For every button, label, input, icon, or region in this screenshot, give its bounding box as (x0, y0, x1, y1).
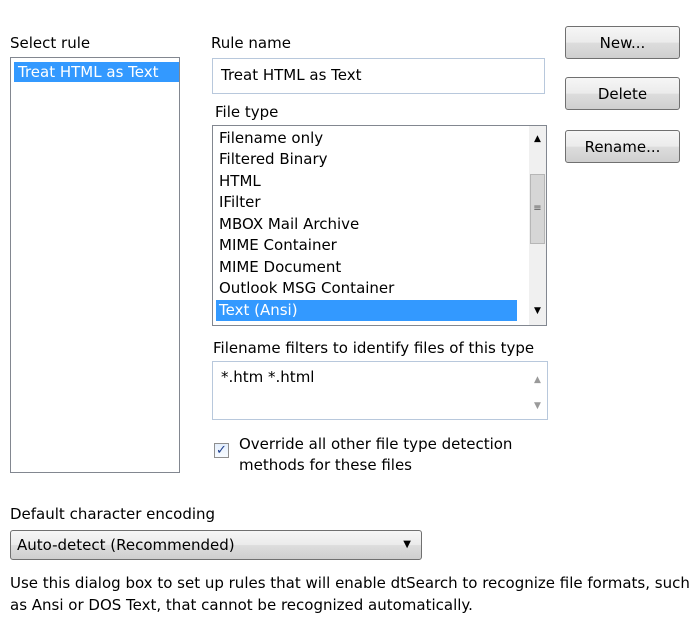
filename-filters-value: *.htm *.html (221, 368, 315, 386)
rule-listbox[interactable]: Treat HTML as Text (10, 57, 180, 473)
grip-icon: ≡ (533, 203, 542, 214)
encoding-selected-value: Auto-detect (Recommended) (17, 536, 235, 554)
file-type-item-mime-container[interactable]: MIME Container (216, 235, 517, 256)
rename-button[interactable]: Rename... (565, 130, 680, 163)
checkmark-icon: ✓ (216, 443, 227, 458)
file-type-listbox[interactable]: Filename only Filtered Binary HTML IFilt… (212, 125, 547, 326)
rule-list-item[interactable]: Treat HTML as Text (14, 62, 179, 82)
help-text: Use this dialog box to set up rules that… (10, 574, 690, 614)
override-label-line1: Override all other file type detection (239, 435, 513, 453)
file-type-item-filename-only[interactable]: Filename only (216, 128, 517, 149)
scroll-down-arrow-icon[interactable]: ▼ (529, 302, 546, 319)
select-rule-label: Select rule (10, 34, 91, 52)
new-button[interactable]: New... (565, 26, 680, 59)
filename-filters-label: Filename filters to identify files of th… (213, 339, 535, 357)
file-type-item-mbox-mail-archive[interactable]: MBOX Mail Archive (216, 214, 517, 235)
filters-scroll-up-icon[interactable]: ▲ (529, 371, 546, 388)
rule-name-label: Rule name (211, 34, 291, 52)
encoding-select[interactable]: Auto-detect (Recommended) ▼ (10, 530, 422, 560)
file-type-item-mime-document[interactable]: MIME Document (216, 257, 517, 278)
file-type-item-filtered-binary[interactable]: Filtered Binary (216, 149, 517, 170)
file-type-scrollbar[interactable]: ▲ ≡ ▼ (529, 126, 546, 325)
filters-scroll-down-icon[interactable]: ▼ (529, 397, 546, 414)
override-label-line2: methods for these files (239, 456, 412, 474)
encoding-label: Default character encoding (10, 505, 216, 523)
chevron-down-icon: ▼ (403, 539, 411, 550)
file-type-item-text-ansi[interactable]: Text (Ansi) (216, 300, 517, 321)
file-type-item-html[interactable]: HTML (216, 171, 517, 192)
override-checkbox[interactable]: ✓ (214, 443, 229, 458)
delete-button[interactable]: Delete (565, 77, 680, 110)
filename-filters-textarea[interactable]: *.htm *.html ▲ ▼ (212, 361, 548, 420)
rule-name-input[interactable]: Treat HTML as Text (212, 58, 545, 94)
file-type-label: File type (215, 103, 279, 121)
scrollbar-thumb[interactable]: ≡ (530, 174, 545, 244)
file-type-item-ifilter[interactable]: IFilter (216, 192, 517, 213)
filters-scrollbar[interactable]: ▲ ▼ (529, 363, 546, 418)
file-type-item-outlook-msg-container[interactable]: Outlook MSG Container (216, 278, 517, 299)
scroll-up-arrow-icon[interactable]: ▲ (529, 130, 546, 147)
